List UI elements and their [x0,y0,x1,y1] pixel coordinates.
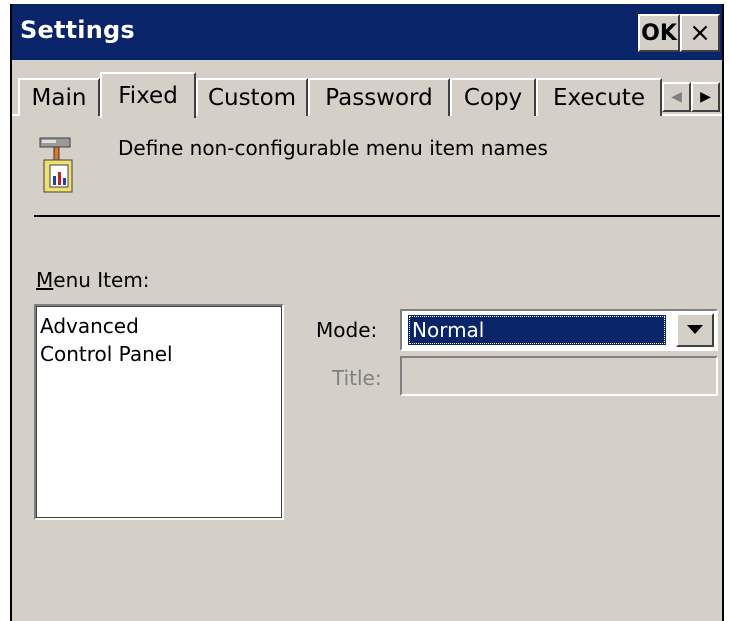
window-title: Settings [20,16,135,44]
tab-scroll-left-button[interactable]: ◀ [662,82,691,112]
title-label: Title: [332,366,382,390]
mode-label: Mode: [316,318,378,342]
title-field[interactable] [400,356,718,396]
settings-hammer-icon [38,132,78,196]
menu-item-listbox[interactable]: Advanced Control Panel [34,304,284,520]
tab-fixed[interactable]: Fixed [100,72,196,118]
tab-label: Fixed [118,83,178,109]
mode-dropdown-button[interactable] [676,313,714,347]
tab-password[interactable]: Password [308,78,450,116]
chevron-right-icon: ▶ [700,89,711,105]
tab-label: Execute [553,85,645,111]
mode-selected-value[interactable]: Normal [408,315,666,345]
ok-button[interactable]: OK [638,14,680,52]
tab-main[interactable]: Main [18,78,100,116]
tab-label: Copy [463,85,523,111]
settings-window: Settings OK × Main Fixed Custom Password… [10,4,724,621]
list-item[interactable]: Advanced [40,312,278,340]
chevron-left-icon: ◀ [671,89,682,105]
tab-execute[interactable]: Execute [536,78,662,116]
title-bar: Settings OK × [12,4,722,60]
tab-label: Main [31,85,87,111]
tab-scroll-right-button[interactable]: ▶ [691,82,720,112]
list-item[interactable]: Control Panel [40,340,278,368]
tab-label: Custom [207,85,297,111]
header-description: Define non-configurable menu item names [118,136,548,160]
tab-copy[interactable]: Copy [450,78,536,116]
tab-label: Password [325,85,433,111]
menu-item-label: Menu Item: [36,268,150,292]
chevron-down-icon [687,325,703,334]
close-button[interactable]: × [680,14,720,52]
tab-custom[interactable]: Custom [196,78,308,116]
mode-dropdown[interactable]: Normal [400,309,718,351]
separator [34,215,720,217]
tab-scroll-arrows: ◀ ▶ [662,82,720,112]
